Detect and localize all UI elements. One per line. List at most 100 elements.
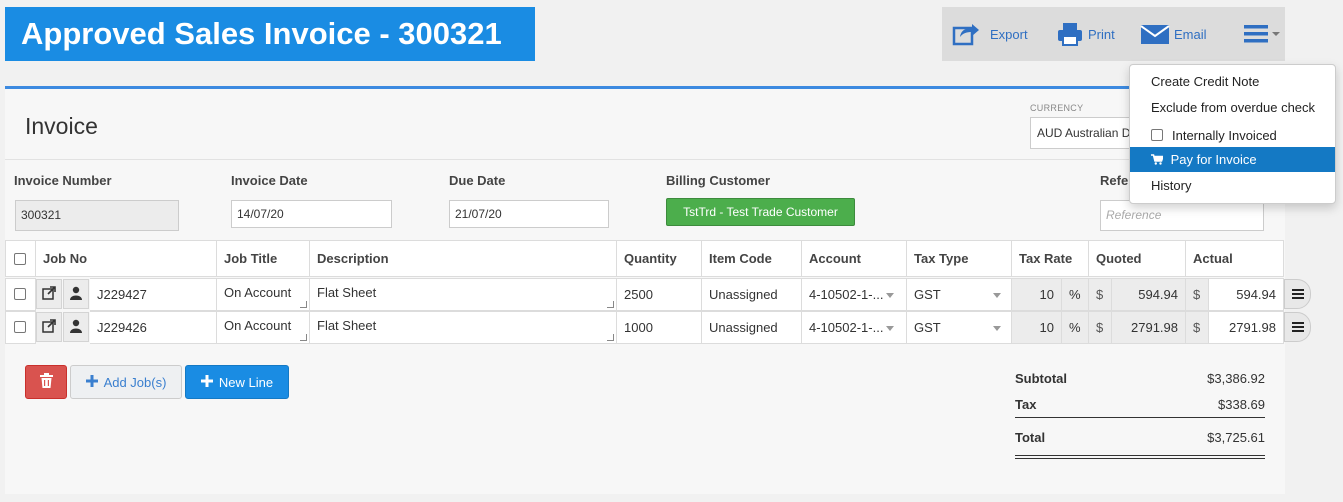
description-textarea[interactable]: Flat Sheet	[309, 311, 617, 344]
more-menu-button[interactable]	[1244, 7, 1280, 61]
quantity-input[interactable]: 2500	[616, 278, 702, 311]
new-line-button[interactable]: New Line	[185, 365, 289, 399]
row-menu-button[interactable]	[1284, 312, 1311, 342]
internally-invoiced-label: Internally Invoiced	[1172, 128, 1277, 143]
printer-icon	[1056, 21, 1084, 47]
percent-addon: %	[1061, 311, 1089, 344]
total-double-underline	[1015, 455, 1265, 459]
job-title-textarea[interactable]: On Account	[216, 278, 310, 311]
tax-type-select[interactable]: GST	[906, 311, 1012, 344]
export-button[interactable]: Export	[952, 7, 1028, 61]
billing-customer-button[interactable]: TstTrd - Test Trade Customer	[666, 198, 855, 226]
chevron-down-icon	[886, 293, 894, 298]
tax-type-value: GST	[914, 287, 941, 302]
contact-button[interactable]	[63, 279, 89, 309]
invoice-date-field[interactable]: 14/07/20	[231, 200, 392, 228]
tax-rate-input[interactable]: 10	[1011, 311, 1062, 344]
list-menu-icon	[1291, 319, 1304, 335]
print-label: Print	[1088, 26, 1115, 42]
hamburger-menu-icon	[1244, 23, 1270, 45]
open-job-button[interactable]	[36, 279, 62, 309]
menu-item-pay-for-invoice[interactable]: Pay for Invoice	[1130, 147, 1335, 172]
contact-button[interactable]	[63, 312, 89, 342]
col-account: Account	[801, 240, 907, 277]
resize-handle[interactable]	[300, 301, 307, 308]
job-title-text: On Account	[224, 285, 292, 300]
job-title-textarea[interactable]: On Account	[216, 311, 310, 344]
actual-input[interactable]: 594.94	[1208, 278, 1284, 311]
subtotal-label: Subtotal	[1015, 371, 1067, 386]
job-title-text: On Account	[224, 318, 292, 333]
menu-item-create-credit-note[interactable]: Create Credit Note	[1130, 69, 1335, 94]
tax-label: Tax	[1015, 397, 1037, 412]
external-link-icon	[42, 318, 56, 336]
more-dropdown-menu: Create Credit Note Exclude from overdue …	[1129, 64, 1336, 204]
subtotal-value: $3,386.92	[1207, 371, 1265, 386]
open-job-button[interactable]	[36, 312, 62, 342]
actual-input[interactable]: 2791.98	[1208, 311, 1284, 344]
menu-item-exclude-overdue[interactable]: Exclude from overdue check	[1130, 95, 1335, 120]
tax-value: $338.69	[1218, 397, 1265, 412]
reference-label: Refe	[1100, 173, 1129, 188]
account-value: 4-10502-1-...	[809, 287, 884, 302]
resize-handle[interactable]	[607, 334, 614, 341]
add-jobs-label: Add Job(s)	[103, 374, 167, 390]
resize-handle[interactable]	[300, 334, 307, 341]
currency-addon: $	[1088, 278, 1112, 311]
row-checkbox[interactable]	[14, 288, 26, 300]
currency-select[interactable]: AUD Australian Do	[1030, 117, 1140, 149]
resize-handle[interactable]	[607, 301, 614, 308]
print-button[interactable]: Print	[1056, 7, 1115, 61]
description-text: Flat Sheet	[317, 318, 377, 333]
invoice-number-field: 300321	[15, 200, 179, 231]
reference-field[interactable]: Reference	[1100, 200, 1264, 231]
cart-icon	[1151, 148, 1165, 173]
row-checkbox[interactable]	[14, 321, 26, 333]
menu-item-internally-invoiced[interactable]: Internally Invoiced	[1130, 123, 1335, 148]
trash-icon	[39, 373, 53, 391]
currency-label: CURRENCY	[1030, 103, 1084, 113]
account-select[interactable]: 4-10502-1-...	[801, 311, 907, 344]
account-select[interactable]: 4-10502-1-...	[801, 278, 907, 311]
user-icon	[70, 319, 82, 336]
currency-addon: $	[1185, 311, 1209, 344]
row-select-cell	[5, 278, 36, 311]
col-item-code: Item Code	[701, 240, 802, 277]
select-all-checkbox[interactable]	[14, 253, 26, 265]
item-code-cell[interactable]: Unassigned	[701, 278, 802, 311]
tax-type-select[interactable]: GST	[906, 278, 1012, 311]
quantity-input[interactable]: 1000	[616, 311, 702, 344]
delete-button[interactable]	[25, 365, 67, 399]
col-job-no: Job No	[35, 240, 217, 277]
pay-for-invoice-label: Pay for Invoice	[1170, 152, 1257, 167]
row-menu-button[interactable]	[1284, 279, 1311, 309]
chevron-down-icon	[993, 326, 1001, 331]
export-icon	[952, 21, 980, 47]
page-title: Approved Sales Invoice - 300321	[5, 7, 535, 61]
currency-addon: $	[1185, 278, 1209, 311]
col-tax-rate: Tax Rate	[1011, 240, 1089, 277]
tax-rate-input[interactable]: 10	[1011, 278, 1062, 311]
tax-type-value: GST	[914, 320, 941, 335]
menu-item-history[interactable]: History	[1130, 173, 1335, 198]
total-value: $3,725.61	[1207, 430, 1265, 445]
description-textarea[interactable]: Flat Sheet	[309, 278, 617, 311]
internally-invoiced-checkbox[interactable]	[1151, 129, 1163, 141]
chevron-down-icon	[1272, 31, 1280, 37]
percent-addon: %	[1061, 278, 1089, 311]
item-code-cell[interactable]: Unassigned	[701, 311, 802, 344]
col-job-title: Job Title	[216, 240, 310, 277]
job-no-cell: J229427	[90, 278, 217, 311]
external-link-icon	[42, 285, 56, 303]
col-quoted: Quoted	[1088, 240, 1186, 277]
col-quantity: Quantity	[616, 240, 702, 277]
toolbar: Export Print Email	[942, 7, 1285, 61]
email-button[interactable]: Email	[1140, 7, 1207, 61]
chevron-down-icon	[886, 326, 894, 331]
add-jobs-button[interactable]: Add Job(s)	[70, 365, 182, 399]
due-date-label: Due Date	[449, 173, 506, 188]
envelope-icon	[1140, 22, 1170, 46]
due-date-field[interactable]: 21/07/20	[449, 200, 609, 228]
row-select-cell	[5, 311, 36, 344]
col-actual: Actual	[1185, 240, 1284, 277]
